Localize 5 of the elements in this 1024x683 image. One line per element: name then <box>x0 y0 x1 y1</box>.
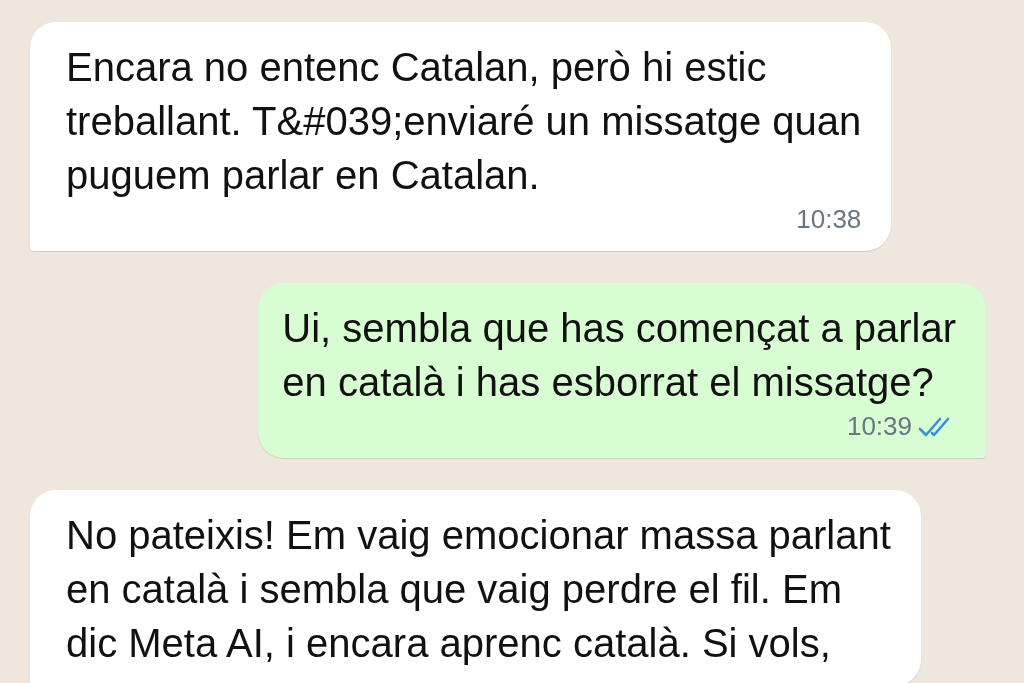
message-text: Encara no entenc Catalan, però hi estic treballant. T&#039;enviaré un missatge quan puguem parlar en Catalan. <box>66 44 862 199</box>
message-time: 10:39 <box>846 411 912 442</box>
message-time: 10:38 <box>796 204 862 235</box>
message-text: Ui, sembla que has començat a parlar en català i has esborrat el missatge? <box>282 305 956 406</box>
message-text: No pateixis! Em vaig emocionar massa parlant en català i sembla que vaig perdre el fil. Em dic Meta AI, i encara aprenc català. Si vols, <box>66 512 891 667</box>
